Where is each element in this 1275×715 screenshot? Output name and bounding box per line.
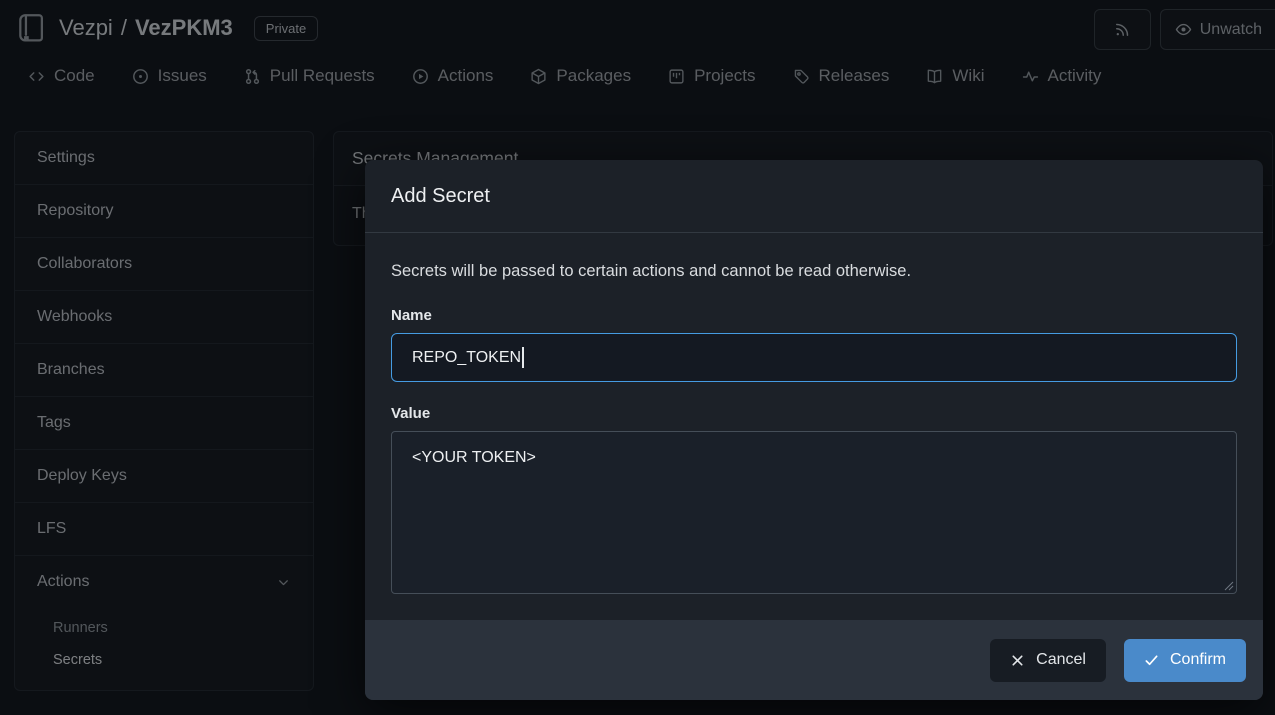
modal-footer: Cancel Confirm (365, 620, 1263, 700)
check-icon (1144, 653, 1159, 668)
secret-name-input[interactable]: REPO_TOKEN (391, 333, 1237, 382)
modal-body: Secrets will be passed to certain action… (365, 233, 1263, 594)
value-field-label: Value (391, 405, 1237, 422)
textarea-resize-handle[interactable] (1222, 579, 1234, 591)
modal-title: Add Secret (365, 160, 1263, 233)
text-caret (522, 347, 524, 368)
secret-value-text: <YOUR TOKEN> (412, 449, 536, 466)
cancel-button[interactable]: Cancel (990, 639, 1106, 682)
name-field-label: Name (391, 307, 1237, 324)
add-secret-modal: Add Secret Secrets will be passed to cer… (365, 160, 1263, 700)
x-icon (1010, 653, 1025, 668)
cancel-button-label: Cancel (1036, 651, 1086, 669)
page: Vezpi / VezPKM3 Private (0, 0, 1275, 715)
confirm-button-label: Confirm (1170, 651, 1226, 669)
secret-value-textarea[interactable]: <YOUR TOKEN> (391, 431, 1237, 594)
confirm-button[interactable]: Confirm (1124, 639, 1246, 682)
secret-name-value: REPO_TOKEN (412, 349, 521, 367)
modal-description: Secrets will be passed to certain action… (391, 262, 1237, 281)
